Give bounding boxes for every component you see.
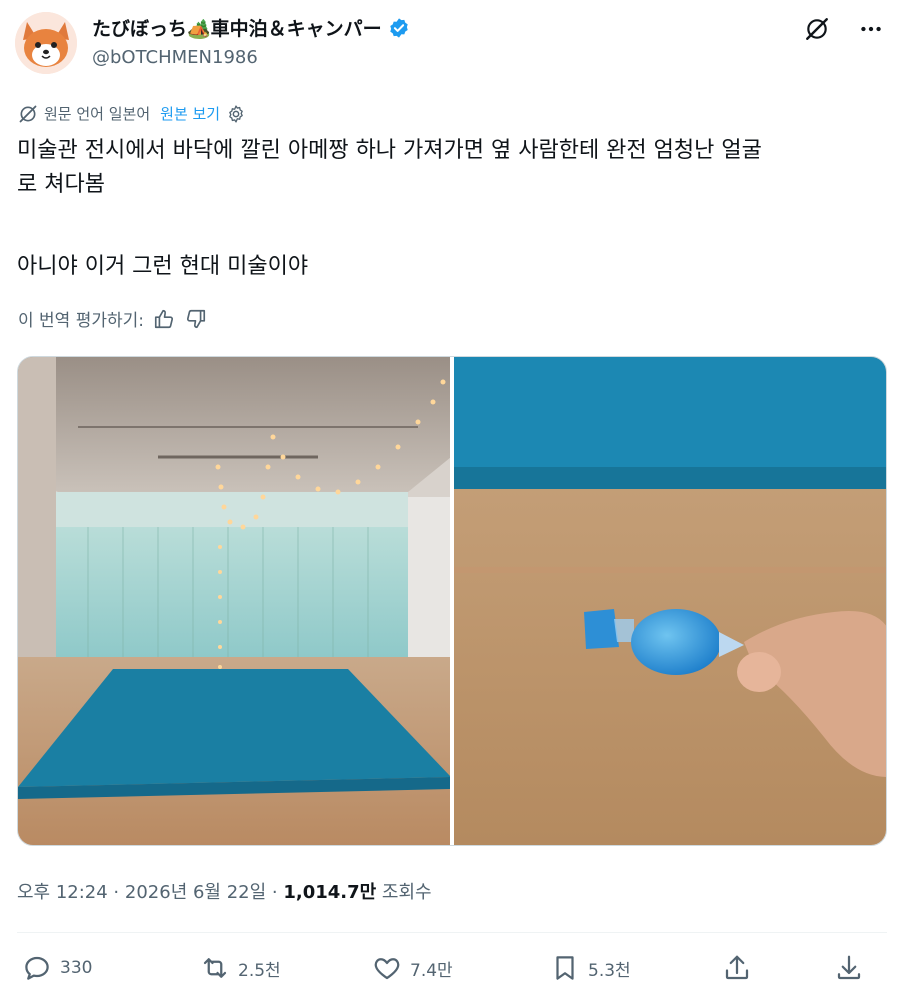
like-button[interactable]: 7.4만 — [372, 950, 453, 986]
post-timestamp[interactable]: 오후 12:24 · 2026년 6월 22일 · — [17, 882, 283, 903]
bookmark-button[interactable]: 5.3천 — [550, 950, 631, 986]
post-header-actions — [802, 14, 886, 44]
grok-translate-icon — [19, 105, 37, 122]
post-text-line: 로 쳐다봄 — [17, 172, 105, 197]
gallery-photo[interactable] — [18, 357, 450, 845]
rate-translation: 이 번역 평가하기: — [18, 306, 208, 331]
bookmark-count: 5.3천 — [588, 960, 631, 981]
repost-button[interactable]: 2.5천 — [200, 950, 281, 986]
share-button[interactable] — [722, 950, 752, 986]
thumbs-down-icon[interactable] — [184, 307, 208, 331]
more-dots-icon[interactable] — [856, 14, 886, 44]
post-media[interactable] — [17, 356, 887, 846]
verified-badge-icon — [389, 17, 408, 38]
candy-photo[interactable] — [454, 357, 886, 845]
author-name-row[interactable]: たびぼっち🏕️車中泊＆キャンパー — [92, 14, 410, 41]
grok-icon[interactable] — [802, 14, 832, 44]
post-meta: 오후 12:24 · 2026년 6월 22일 · 1,014.7만 조회수 — [17, 878, 432, 904]
settings-gear-icon[interactable] — [226, 104, 246, 124]
repost-count: 2.5천 — [238, 960, 281, 981]
action-bar: 330 2.5천 7.4만 5.3천 — [22, 950, 872, 986]
show-original-link[interactable]: 원본 보기 — [160, 103, 220, 124]
author-display-name[interactable]: たびぼっち🏕️車中泊＆キャンパー — [92, 14, 382, 41]
fox-avatar-icon — [15, 12, 77, 74]
author-handle[interactable]: @bOTCHMEN1986 — [92, 47, 258, 68]
avatar[interactable] — [15, 12, 77, 74]
post-text-line: 미술관 전시에서 바닥에 깔린 아메짱 하나 가져가면 옆 사람한테 완전 엄청… — [17, 138, 762, 163]
rate-translation-label: 이 번역 평가하기: — [18, 311, 145, 331]
bookmark-icon — [556, 956, 574, 980]
download-button[interactable] — [834, 950, 864, 986]
translation-info: 원문 언어 일본어 원본 보기 — [18, 103, 246, 124]
views-count: 1,014.7만 — [283, 882, 377, 903]
heart-icon — [374, 958, 400, 980]
repost-icon — [203, 958, 227, 978]
source-language-label: 원문 언어 일본어 — [44, 105, 151, 123]
post-text: 미술관 전시에서 바닥에 깔린 아메짱 하나 가져가면 옆 사람한테 완전 엄청… — [17, 134, 887, 284]
like-count: 7.4만 — [410, 960, 453, 981]
reply-count: 330 — [60, 958, 93, 978]
views-label: 조회수 — [376, 882, 432, 903]
divider — [17, 932, 887, 933]
thumbs-up-icon[interactable] — [152, 307, 176, 331]
download-icon — [837, 955, 861, 980]
reply-button[interactable]: 330 — [22, 950, 92, 986]
share-icon — [725, 955, 749, 980]
post-text-line: 아니야 이거 그런 현대 미술이야 — [17, 254, 309, 279]
reply-icon — [25, 956, 49, 980]
